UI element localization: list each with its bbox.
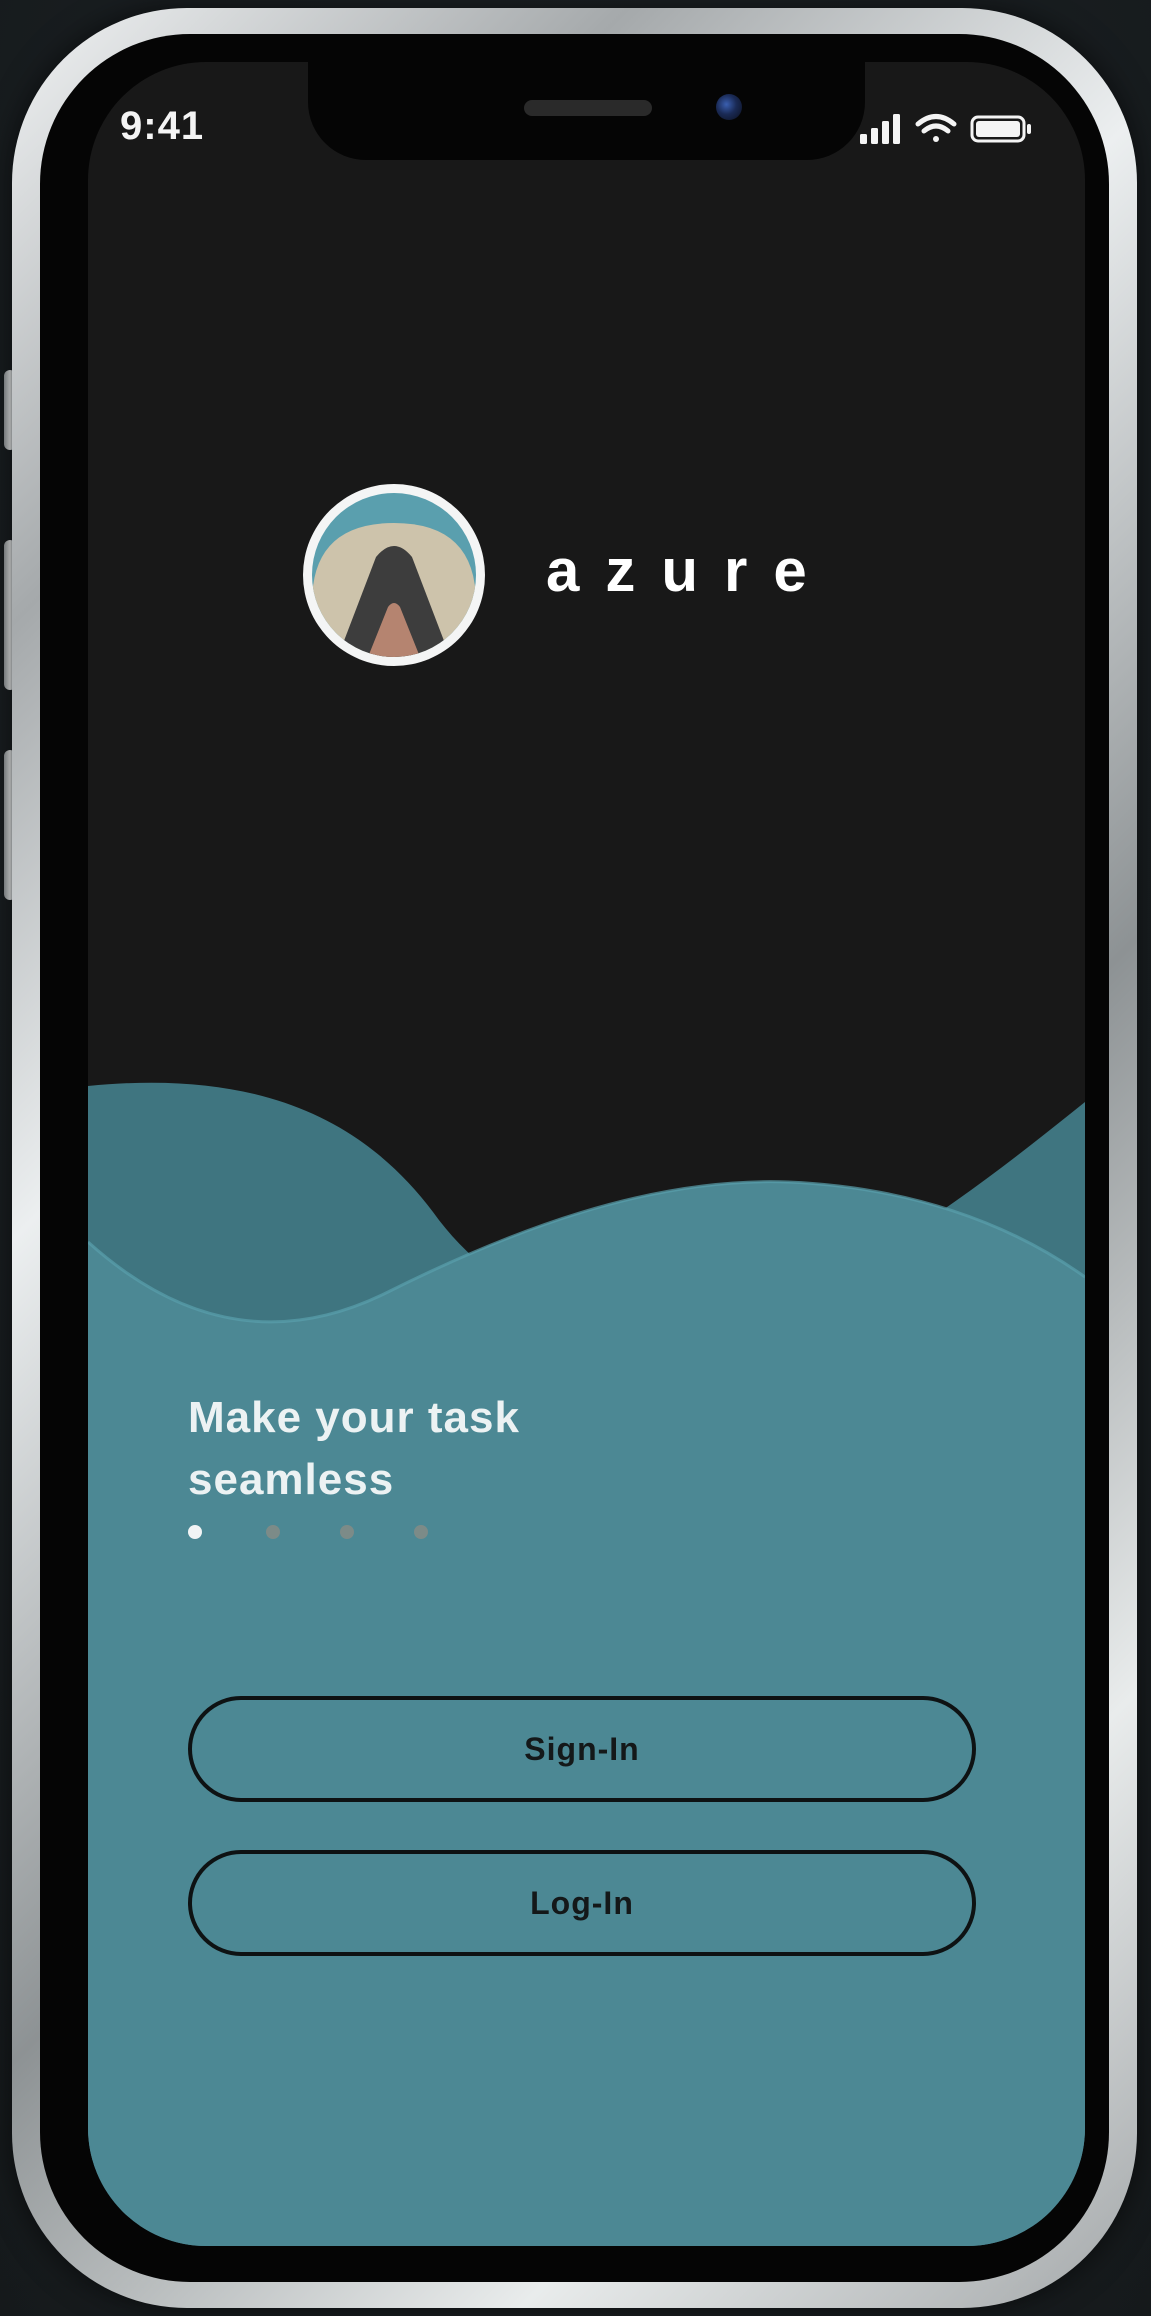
mountain-logo-icon: [303, 484, 485, 666]
page-dot-1[interactable]: [188, 1525, 202, 1539]
device-notch: [308, 62, 865, 160]
sign-in-button[interactable]: Sign-In: [188, 1696, 976, 1802]
onboarding-tagline: Make your task seamless: [188, 1387, 608, 1511]
tagline-line-1: Make your task: [188, 1393, 520, 1442]
app-name: azure: [546, 537, 833, 604]
status-icons: [860, 114, 1031, 144]
log-in-button[interactable]: Log-In: [188, 1850, 976, 1956]
app-screen: 9:41 azure Make your task seamless Sign-…: [88, 62, 1085, 2246]
wifi-icon: [915, 114, 957, 142]
earpiece-speaker: [524, 100, 652, 116]
page-dot-3[interactable]: [340, 1525, 354, 1539]
battery-icon: [970, 115, 1031, 143]
page-dot-2[interactable]: [266, 1525, 280, 1539]
cellular-signal-icon: [860, 114, 900, 144]
page-dot-4[interactable]: [414, 1525, 428, 1539]
tagline-line-2: seamless: [188, 1455, 395, 1504]
front-camera: [716, 94, 742, 120]
status-time: 9:41: [120, 104, 205, 148]
